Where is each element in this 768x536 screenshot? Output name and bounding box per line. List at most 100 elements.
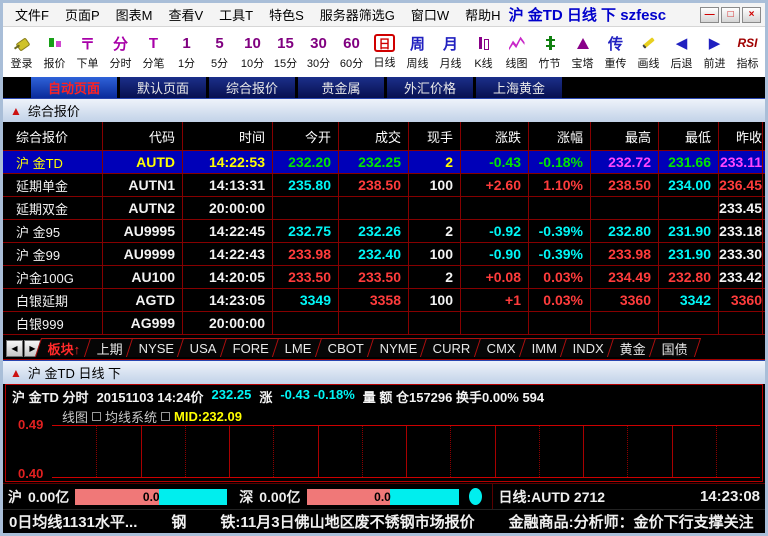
cell-volume: 2 — [409, 151, 461, 173]
intraday-chart[interactable]: 沪 金TD 分时 20151103 14:24价 232.25 涨 -0.43 -0.1… — [5, 384, 763, 482]
grid-line — [627, 426, 629, 477]
toolbar-daily[interactable]: 日日线 — [368, 27, 401, 77]
page-tab-bar: 自动页面 默认页面 综合报价 贵金属 外汇价格 上海黄金 — [3, 77, 765, 98]
tab-shanghai-gold[interactable]: 上海黄金 — [476, 77, 562, 98]
maximize-button[interactable]: □ — [721, 6, 741, 23]
minimize-button[interactable]: — — [700, 6, 720, 23]
tab-default-page[interactable]: 默认页面 — [120, 77, 206, 98]
quote-row-au9995[interactable]: 沪 金95 AU9995 14:22:45 232.75 232.26 2 -0.92 -0.… — [3, 220, 765, 243]
cell-change-pct: 0.03% — [529, 289, 591, 311]
toolbar-5min[interactable]: 5 5分 — [203, 27, 236, 77]
quote-panel-title-bar: ▲ 综合报价 — [3, 98, 765, 122]
menu-server-filter[interactable]: 服务器筛选G — [312, 3, 403, 26]
retransmit-icon: 传 — [607, 35, 623, 53]
quote-row-autn2[interactable]: 延期双金 AUTN2 20:00:00 233.45 — [3, 197, 765, 220]
market-tab-gold-label: 黄金 — [619, 341, 646, 357]
menu-view[interactable]: 查看V — [160, 3, 211, 26]
market-tab-nyme-label: NYME — [379, 340, 418, 356]
close-button[interactable]: × — [742, 6, 762, 23]
cell-open: 233.50 — [273, 266, 339, 288]
column-header-code[interactable]: 代码 — [103, 122, 183, 150]
column-header-change-pct[interactable]: 涨幅 — [529, 122, 591, 150]
cell-volume: 100 — [409, 174, 461, 196]
cell-name: 延期单金 — [3, 174, 103, 196]
column-header-prev-close[interactable]: 昨收 — [719, 122, 763, 150]
toolbar-drawline[interactable]: 画线 — [632, 27, 665, 77]
cell-change: -0.43 — [461, 151, 529, 173]
quote-row-au9999[interactable]: 沪 金99 AU9999 14:22:43 233.98 232.40 100 -0.90-… — [3, 243, 765, 266]
quote-row-au100[interactable]: 沪金100G AU100 14:20:05 233.50 233.50 2 +0.08 0.0… — [3, 266, 765, 289]
toolbar-login[interactable]: 登录 — [5, 27, 38, 77]
column-header-change[interactable]: 涨跌 — [461, 122, 529, 150]
toolbar-bamboo[interactable]: 竹节 — [533, 27, 566, 77]
column-header-high[interactable]: 最高 — [591, 122, 659, 150]
toolbar-kline[interactable]: K线 — [467, 27, 500, 77]
cell-change: +2.60 — [461, 174, 529, 196]
toolbar-1min[interactable]: 1 1分 — [170, 27, 203, 77]
weekly-kline-icon: 周 — [409, 35, 425, 53]
toolbar-60min[interactable]: 60 60分 — [335, 27, 368, 77]
cell-volume: 2 — [409, 220, 461, 242]
cell-open: 232.20 — [273, 151, 339, 173]
quote-row-autn1[interactable]: 延期单金 AUTN1 14:13:31 235.80 238.50 100 +2.60 1.1… — [3, 174, 765, 197]
chart-info-segment-3: 涨 — [259, 390, 273, 405]
tab-composite-quote[interactable]: 综合报价 — [209, 77, 295, 98]
menu-tools[interactable]: 工具T — [211, 3, 261, 26]
grid-line — [715, 426, 717, 477]
column-header-time[interactable]: 时间 — [183, 122, 273, 150]
toolbar-10min[interactable]: 10 10分 — [236, 27, 269, 77]
quote-row-ag999[interactable]: 白银999 AG999 20:00:00 — [3, 312, 765, 335]
mid-toggle-checkbox-icon[interactable] — [161, 412, 171, 421]
toolbar-pagoda[interactable]: 宝塔 — [566, 27, 599, 77]
toolbar-30min[interactable]: 30 30分 — [302, 27, 335, 77]
toolbar-forward[interactable]: ▶ 前进 — [698, 27, 731, 77]
chart-panel-title-bar: ▲ 沪 金TD 日线 下 — [3, 360, 765, 384]
market-tab-lme-label: LME — [284, 340, 312, 356]
toolbar-15min[interactable]: 15 15分 — [269, 27, 302, 77]
menu-chart[interactable]: 图表M — [108, 3, 161, 26]
column-header-volume[interactable]: 现手 — [409, 122, 461, 150]
menu-page[interactable]: 页面P — [57, 3, 108, 26]
column-header-name[interactable]: 综合报价 — [3, 122, 103, 150]
ma-toggle-checkbox-icon[interactable] — [92, 412, 102, 421]
scroll-left-icon[interactable]: ◀ — [6, 340, 23, 357]
quote-row-autd[interactable]: 沪 金TD AUTD 14:22:53 232.20 232.25 2 -0.43 -0.18… — [3, 151, 765, 174]
cell-change: -0.90 — [461, 243, 529, 265]
daily-kline-icon: 日 — [374, 34, 395, 52]
toolbar-monthly[interactable]: 月月线 — [434, 27, 467, 77]
intraday-chart-icon: 分 — [112, 35, 128, 53]
menu-window[interactable]: 窗口W — [403, 3, 457, 26]
toolbar-quote[interactable]: 报价 — [38, 27, 71, 77]
cell-change-pct: 0.03% — [529, 266, 591, 288]
cell-time: 14:20:05 — [183, 266, 273, 288]
market-tab-bonds[interactable]: 国债 — [648, 338, 702, 357]
market-tab-fore-label: FORE — [232, 340, 269, 356]
grid-line — [450, 426, 452, 477]
tab-precious-metals[interactable]: 贵金属 — [298, 77, 384, 98]
toolbar-order[interactable]: 〒下单 — [71, 27, 104, 77]
sh-index-value: 0.00亿 — [28, 488, 70, 505]
menu-help[interactable]: 帮助H — [457, 3, 508, 26]
column-header-low[interactable]: 最低 — [659, 122, 719, 150]
menu-features[interactable]: 特色S — [261, 3, 312, 26]
toolbar-weekly[interactable]: 周周线 — [401, 27, 434, 77]
toolbar-indicator[interactable]: RSI 指标 — [731, 27, 764, 77]
quote-row-agtd[interactable]: 白银延期 AGTD 14:23:05 3349 3358 100 +1 0.03% 3360 33… — [3, 289, 765, 312]
toolbar-retransmit[interactable]: 传重传 — [599, 27, 632, 77]
column-header-last[interactable]: 成交 — [339, 122, 409, 150]
toolbar-linechart[interactable]: 线图 — [500, 27, 533, 77]
cell-low: 3342 — [659, 289, 719, 311]
cell-low: 231.90 — [659, 243, 719, 265]
cell-open — [273, 312, 339, 334]
toolbar-back[interactable]: ◀ 后退 — [665, 27, 698, 77]
toolbar-intraday[interactable]: 分分时 — [104, 27, 137, 77]
toolbar-tick[interactable]: T 分笔 — [137, 27, 170, 77]
menu-file[interactable]: 文件F — [7, 3, 57, 26]
15min-icon: 15 — [277, 34, 294, 52]
cell-volume: 100 — [409, 243, 461, 265]
toolbar-15min-label: 15分 — [273, 58, 298, 70]
tab-forex-price[interactable]: 外汇价格 — [387, 77, 473, 98]
column-header-open[interactable]: 今开 — [273, 122, 339, 150]
tab-auto-page[interactable]: 自动页面 — [31, 77, 117, 98]
market-tab-imm-label: IMM — [531, 340, 557, 356]
